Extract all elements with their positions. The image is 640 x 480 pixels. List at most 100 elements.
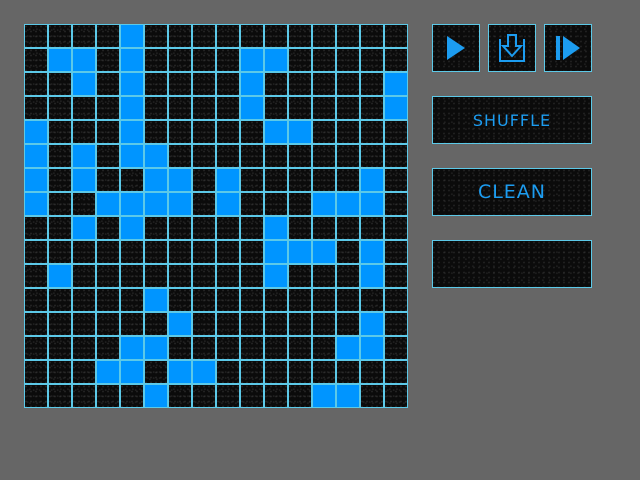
grid-cell[interactable] [384, 48, 408, 72]
grid-cell[interactable] [216, 192, 240, 216]
grid-cell[interactable] [360, 96, 384, 120]
grid-cell[interactable] [48, 336, 72, 360]
grid-cell[interactable] [240, 144, 264, 168]
grid-cell[interactable] [216, 48, 240, 72]
grid-cell[interactable] [360, 240, 384, 264]
grid-cell[interactable] [72, 24, 96, 48]
grid-cell[interactable] [360, 48, 384, 72]
grid-cell[interactable] [216, 144, 240, 168]
grid-cell[interactable] [216, 336, 240, 360]
grid-cell[interactable] [120, 192, 144, 216]
grid-cell[interactable] [192, 72, 216, 96]
grid-cell[interactable] [264, 168, 288, 192]
grid-cell[interactable] [72, 192, 96, 216]
grid-cell[interactable] [264, 48, 288, 72]
grid-cell[interactable] [336, 48, 360, 72]
grid-cell[interactable] [240, 24, 264, 48]
grid-cell[interactable] [360, 264, 384, 288]
grid-cell[interactable] [312, 264, 336, 288]
grid-cell[interactable] [216, 120, 240, 144]
grid-cell[interactable] [288, 72, 312, 96]
grid-cell[interactable] [264, 264, 288, 288]
grid-cell[interactable] [384, 336, 408, 360]
grid-cell[interactable] [312, 24, 336, 48]
grid-cell[interactable] [48, 264, 72, 288]
grid-cell[interactable] [216, 216, 240, 240]
clean-button[interactable]: CLEAN [432, 168, 592, 216]
grid-cell[interactable] [336, 96, 360, 120]
grid-cell[interactable] [336, 168, 360, 192]
grid-cell[interactable] [48, 360, 72, 384]
grid-cell[interactable] [24, 312, 48, 336]
grid-cell[interactable] [360, 384, 384, 408]
grid-cell[interactable] [384, 240, 408, 264]
grid-cell[interactable] [120, 48, 144, 72]
grid-cell[interactable] [48, 312, 72, 336]
grid-cell[interactable] [288, 24, 312, 48]
grid-cell[interactable] [48, 384, 72, 408]
grid-cell[interactable] [240, 240, 264, 264]
grid-cell[interactable] [24, 288, 48, 312]
grid-cell[interactable] [168, 312, 192, 336]
grid-cell[interactable] [288, 360, 312, 384]
grid-cell[interactable] [288, 144, 312, 168]
grid-cell[interactable] [336, 288, 360, 312]
grid-cell[interactable] [384, 360, 408, 384]
grid-cell[interactable] [384, 144, 408, 168]
grid-cell[interactable] [192, 288, 216, 312]
grid-cell[interactable] [264, 72, 288, 96]
grid-cell[interactable] [264, 24, 288, 48]
grid-cell[interactable] [288, 48, 312, 72]
grid-cell[interactable] [336, 384, 360, 408]
grid-cell[interactable] [24, 120, 48, 144]
grid-cell[interactable] [264, 216, 288, 240]
grid-cell[interactable] [384, 24, 408, 48]
grid-cell[interactable] [312, 72, 336, 96]
grid-cell[interactable] [144, 96, 168, 120]
grid-cell[interactable] [24, 168, 48, 192]
grid-cell[interactable] [360, 360, 384, 384]
grid-cell[interactable] [144, 72, 168, 96]
grid-cell[interactable] [72, 48, 96, 72]
grid-cell[interactable] [360, 72, 384, 96]
grid-cell[interactable] [384, 312, 408, 336]
grid-cell[interactable] [240, 168, 264, 192]
grid-cell[interactable] [168, 72, 192, 96]
grid-cell[interactable] [360, 216, 384, 240]
grid-cell[interactable] [24, 264, 48, 288]
grid-cell[interactable] [96, 336, 120, 360]
grid-cell[interactable] [96, 288, 120, 312]
grid-cell[interactable] [24, 72, 48, 96]
grid-cell[interactable] [360, 120, 384, 144]
grid-cell[interactable] [168, 360, 192, 384]
grid-cell[interactable] [216, 168, 240, 192]
grid-cell[interactable] [216, 96, 240, 120]
grid-cell[interactable] [192, 24, 216, 48]
grid-cell[interactable] [312, 96, 336, 120]
grid-cell[interactable] [48, 96, 72, 120]
step-button[interactable] [544, 24, 592, 72]
grid-cell[interactable] [168, 96, 192, 120]
grid-cell[interactable] [240, 288, 264, 312]
grid-cell[interactable] [240, 312, 264, 336]
grid-cell[interactable] [192, 144, 216, 168]
grid-cell[interactable] [120, 240, 144, 264]
grid-cell[interactable] [312, 168, 336, 192]
grid-cell[interactable] [96, 24, 120, 48]
grid-cell[interactable] [216, 24, 240, 48]
grid-cell[interactable] [360, 288, 384, 312]
grid-cell[interactable] [144, 384, 168, 408]
grid-cell[interactable] [48, 48, 72, 72]
grid-cell[interactable] [120, 336, 144, 360]
grid-cell[interactable] [288, 240, 312, 264]
grid-cell[interactable] [96, 168, 120, 192]
grid-cell[interactable] [96, 120, 120, 144]
grid-cell[interactable] [72, 96, 96, 120]
grid-cell[interactable] [264, 312, 288, 336]
grid-cell[interactable] [216, 312, 240, 336]
grid-cell[interactable] [120, 288, 144, 312]
grid-cell[interactable] [24, 336, 48, 360]
grid-cell[interactable] [72, 288, 96, 312]
grid-cell[interactable] [72, 240, 96, 264]
grid-cell[interactable] [384, 192, 408, 216]
